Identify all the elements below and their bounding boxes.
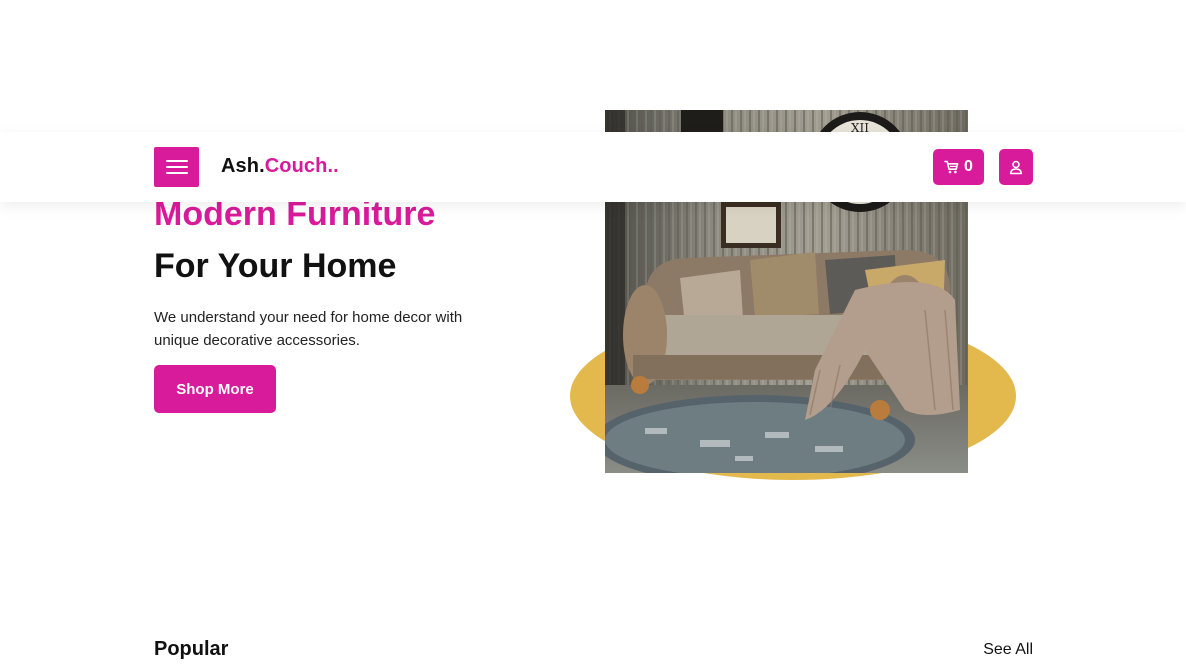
cart-count: 0 <box>964 158 973 175</box>
hero-description: We understand your need for home decor w… <box>154 309 463 349</box>
cart-button[interactable]: 0 <box>933 149 984 185</box>
brand-logo[interactable]: Ash.Couch.. <box>221 155 339 178</box>
cart-icon <box>944 160 959 174</box>
brand-name-accent: Couch.. <box>264 155 339 177</box>
hamburger-icon <box>165 160 188 174</box>
menu-button[interactable] <box>154 147 199 187</box>
user-icon <box>1010 160 1022 174</box>
see-all-link[interactable]: See All <box>983 641 1033 659</box>
popular-section-title: Popular <box>154 638 229 660</box>
site-header: Ash.Couch.. 0 <box>0 132 1186 202</box>
user-account-button[interactable] <box>999 149 1033 185</box>
brand-name-main: Ash. <box>221 155 265 177</box>
hero-title: For Your Home <box>154 247 397 285</box>
shop-more-button[interactable]: Shop More <box>154 365 276 413</box>
